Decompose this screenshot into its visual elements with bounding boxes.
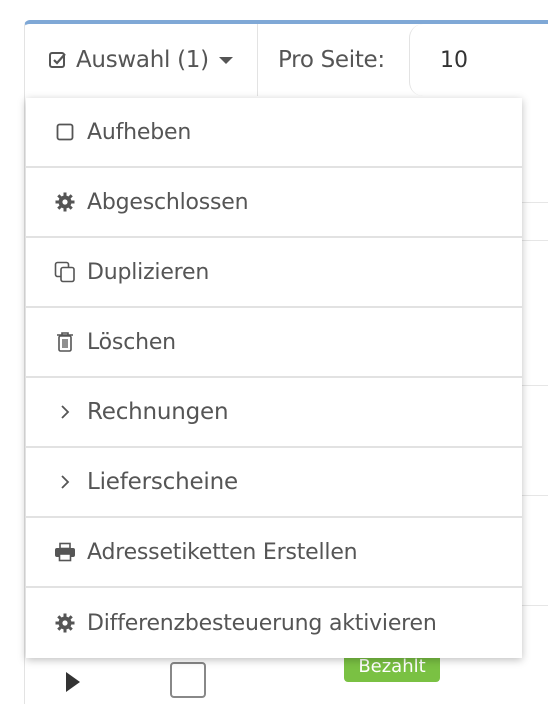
menu-item-duplizieren[interactable]: Duplizieren <box>26 238 522 308</box>
table-divider <box>520 385 548 386</box>
row-expand-icon[interactable] <box>66 672 80 692</box>
copy-icon <box>54 261 76 283</box>
per-page-select[interactable]: 10 <box>409 24 548 96</box>
chevron-right-icon <box>54 401 76 423</box>
table-divider <box>520 202 548 203</box>
menu-item-differenzbesteuerung[interactable]: Differenzbesteuerung aktivieren <box>26 588 522 658</box>
menu-item-label: Duplizieren <box>87 259 210 285</box>
square-icon <box>54 121 76 143</box>
menu-item-lieferscheine[interactable]: Lieferscheine <box>26 448 522 518</box>
menu-item-abgeschlossen[interactable]: Abgeschlossen <box>26 168 522 238</box>
selection-actions-menu: Aufheben Abgeschlossen Duplizieren Lösch… <box>26 98 522 658</box>
menu-item-rechnungen[interactable]: Rechnungen <box>26 378 522 448</box>
menu-item-label: Differenzbesteuerung aktivieren <box>87 610 437 636</box>
trash-icon <box>54 331 76 353</box>
gear-icon <box>54 612 76 634</box>
menu-item-aufheben[interactable]: Aufheben <box>26 98 522 168</box>
menu-item-label: Löschen <box>87 329 176 355</box>
table-divider <box>520 605 548 606</box>
menu-item-adressetiketten[interactable]: Adressetiketten Erstellen <box>26 518 522 588</box>
menu-item-loeschen[interactable]: Löschen <box>26 308 522 378</box>
gear-icon <box>54 191 76 213</box>
table-divider <box>520 240 548 241</box>
menu-item-label: Abgeschlossen <box>87 189 249 215</box>
list-toolbar: Auswahl (1) Pro Seite: 10 <box>24 24 548 96</box>
selection-dropdown-button[interactable]: Auswahl (1) <box>24 24 258 96</box>
row-checkbox[interactable] <box>170 662 206 698</box>
per-page-label: Pro Seite: <box>278 47 385 73</box>
printer-icon <box>54 541 76 563</box>
chevron-right-icon <box>54 471 76 493</box>
menu-item-label: Adressetiketten Erstellen <box>87 539 358 565</box>
table-divider <box>520 495 548 496</box>
menu-item-label: Aufheben <box>87 119 192 145</box>
per-page-value: 10 <box>440 47 468 73</box>
caret-down-icon <box>218 56 233 64</box>
checkbox-checked-icon <box>49 52 66 68</box>
menu-item-label: Rechnungen <box>87 399 229 425</box>
selection-label: Auswahl (1) <box>76 47 209 73</box>
menu-item-label: Lieferscheine <box>87 469 238 495</box>
